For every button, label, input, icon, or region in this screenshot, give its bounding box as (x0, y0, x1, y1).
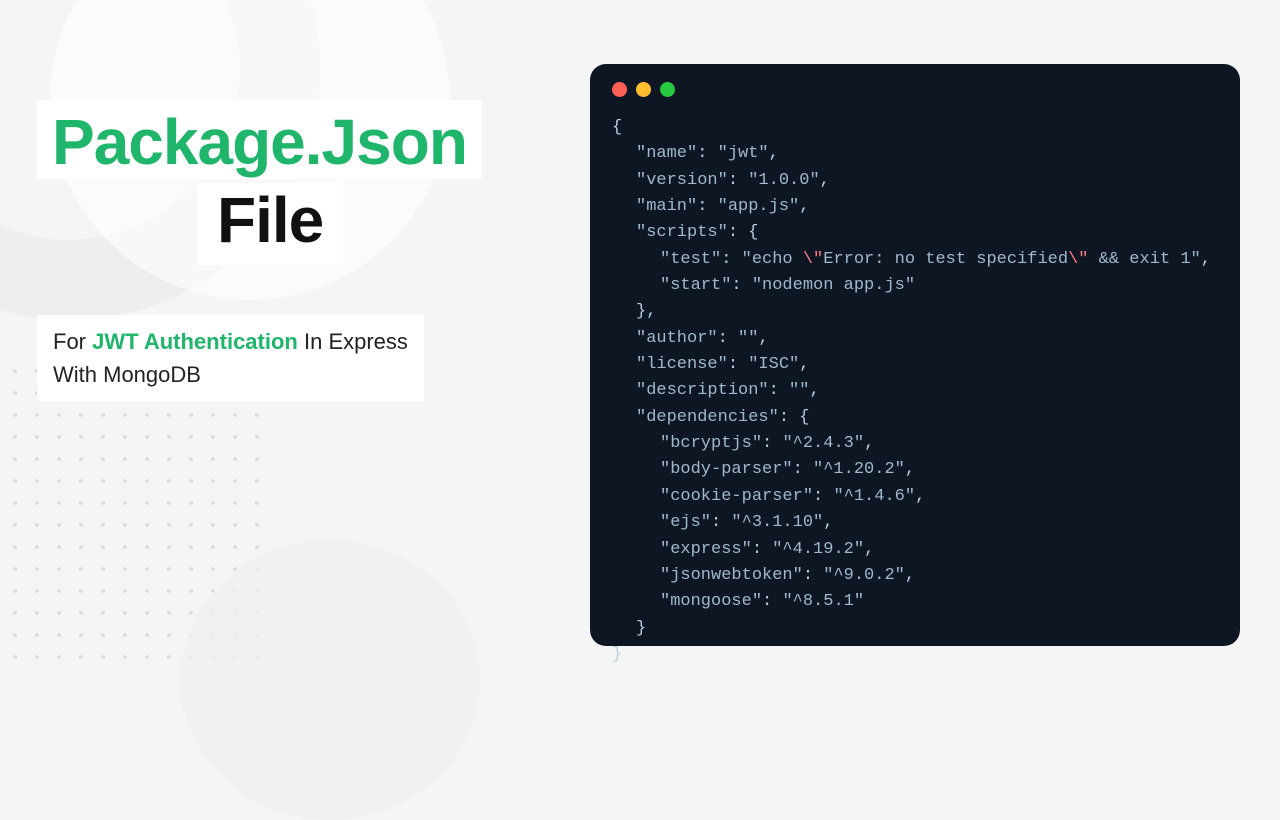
subtitle-mid: In Express (304, 329, 408, 354)
json-val: && exit 1" (1089, 250, 1201, 269)
json-val: "^4.19.2" (772, 540, 864, 559)
json-key: "name" (636, 144, 697, 163)
json-key: "version" (636, 171, 728, 190)
subtitle-accent: JWT Authentication (92, 329, 298, 354)
json-val: "^3.1.10" (731, 513, 823, 532)
maximize-icon (660, 82, 675, 97)
minimize-icon (636, 82, 651, 97)
json-key: "body-parser" (660, 460, 793, 479)
json-key: "main" (636, 197, 697, 216)
json-val: "^9.0.2" (823, 566, 905, 585)
subtitle-prefix: For (53, 329, 86, 354)
json-val: "jwt" (718, 144, 769, 163)
json-key: "ejs" (660, 513, 711, 532)
json-val: "echo (742, 250, 803, 269)
json-key: "cookie-parser" (660, 487, 813, 506)
json-val: "^1.4.6" (833, 487, 915, 506)
heading-block: Package.Json File For JWT Authentication… (37, 100, 557, 401)
json-val: "1.0.0" (748, 171, 819, 190)
close-icon (612, 82, 627, 97)
json-escape: \" (1068, 250, 1088, 269)
code-content: { "name": "jwt", "version": "1.0.0", "ma… (612, 115, 1218, 668)
json-val: "" (789, 381, 809, 400)
json-escape: \" (803, 250, 823, 269)
json-key: "dependencies" (636, 408, 779, 427)
json-val: "" (738, 329, 758, 348)
json-key: "author" (636, 329, 718, 348)
heading-line-1: Package.Json (37, 100, 482, 179)
code-window: { "name": "jwt", "version": "1.0.0", "ma… (590, 64, 1240, 646)
json-val: "ISC" (748, 355, 799, 374)
json-val: "^2.4.3" (782, 434, 864, 453)
json-val: "nodemon app.js" (752, 276, 915, 295)
json-val: "^1.20.2" (813, 460, 905, 479)
json-val: "app.js" (718, 197, 800, 216)
subtitle-suffix: With MongoDB (53, 362, 201, 387)
json-val: "^8.5.1" (782, 592, 864, 611)
heading-line-2: File (197, 183, 343, 265)
subtitle-block: For JWT Authentication In Express With M… (37, 315, 424, 401)
json-val: Error: no test specified (823, 250, 1068, 269)
json-key: "jsonwebtoken" (660, 566, 803, 585)
json-key: "license" (636, 355, 728, 374)
bg-decor-blob (180, 540, 480, 820)
json-key: "start" (660, 276, 731, 295)
json-key: "bcryptjs" (660, 434, 762, 453)
json-key: "description" (636, 381, 769, 400)
json-key: "mongoose" (660, 592, 762, 611)
json-key: "express" (660, 540, 752, 559)
json-key: "test" (660, 250, 721, 269)
json-key: "scripts" (636, 223, 728, 242)
window-controls (612, 82, 1218, 97)
